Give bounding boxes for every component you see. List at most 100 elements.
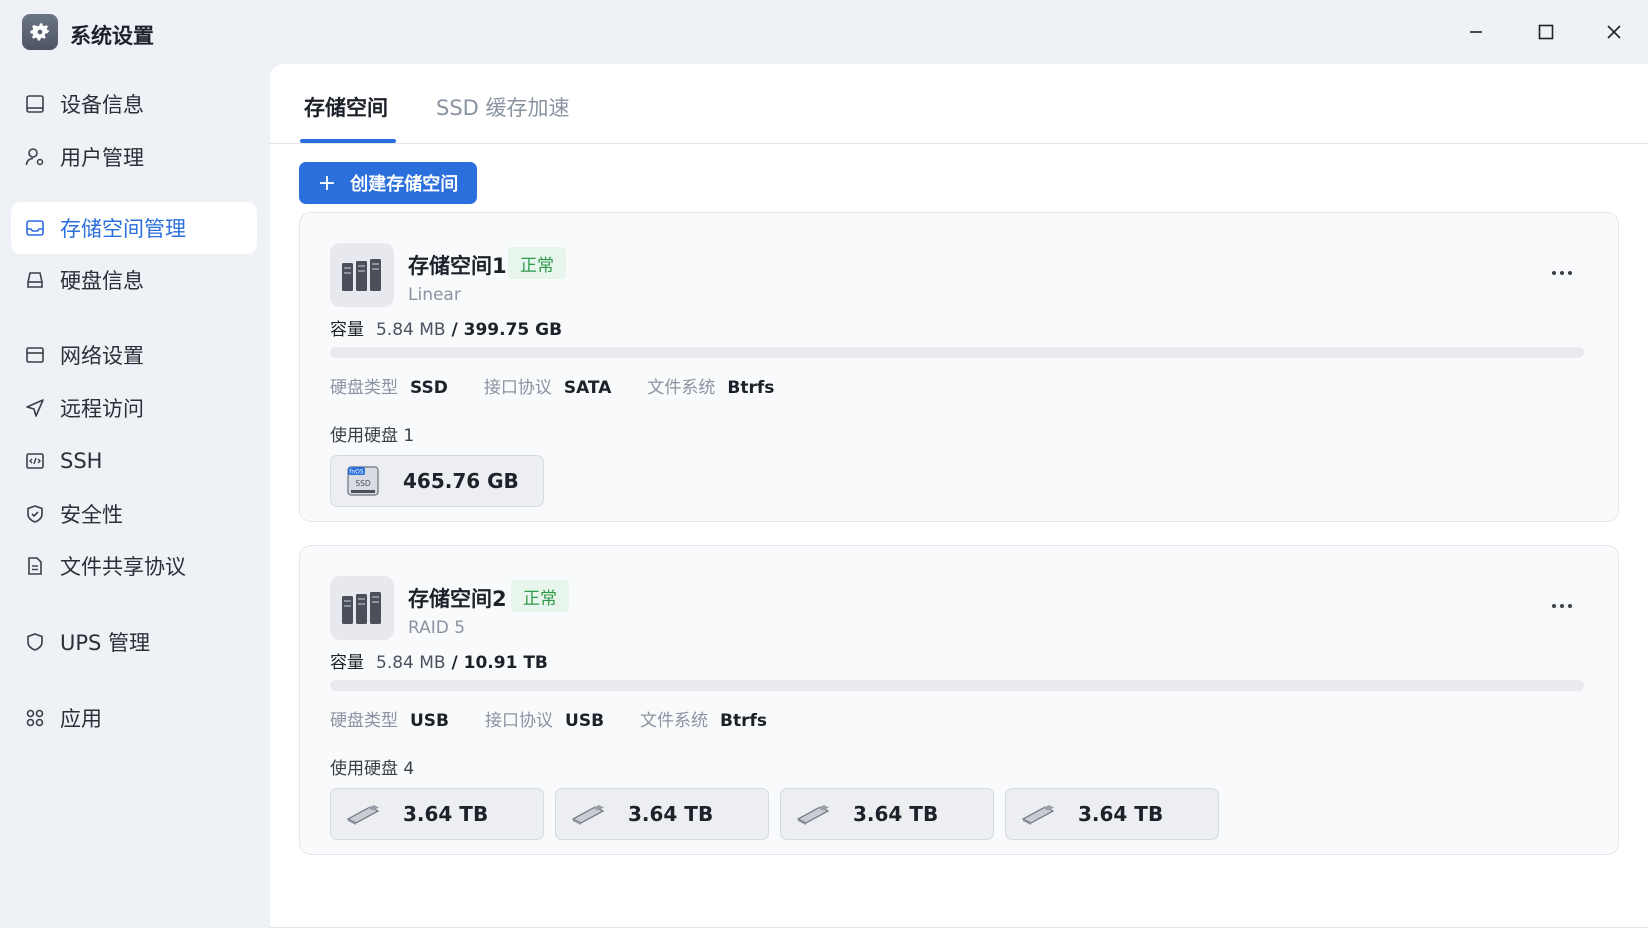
main-panel: 存储空间 SSD 缓存加速 + 创建存储空间 存储空间1 正常 Linear 容… xyxy=(270,64,1648,928)
sidebar-item-file-sharing[interactable]: 文件共享协议 xyxy=(11,540,257,592)
dot-icon xyxy=(1552,271,1556,275)
shield-check-icon xyxy=(24,503,46,525)
disk-type-label: 硬盘类型 xyxy=(330,378,398,398)
tab-bar: 存储空间 SSD 缓存加速 xyxy=(270,64,1648,144)
sidebar-item-apps[interactable]: 应用 xyxy=(11,692,257,744)
usb-drive-icon xyxy=(1020,796,1056,832)
sidebar: 设备信息 用户管理 存储空间管理 硬盘信息 网络设置 远程访问 SSH 安全性 … xyxy=(0,64,270,928)
sidebar-item-disks[interactable]: 硬盘信息 xyxy=(11,254,257,306)
sidebar-item-label: UPS 管理 xyxy=(60,631,151,655)
sidebar-item-label: 用户管理 xyxy=(60,146,144,170)
monitor-icon xyxy=(24,93,46,115)
minimize-button[interactable] xyxy=(1454,12,1498,52)
sidebar-item-ups[interactable]: UPS 管理 xyxy=(11,616,257,668)
active-tab-indicator xyxy=(300,139,396,143)
disks-used-label: 使用硬盘 1 xyxy=(330,426,415,446)
capacity-label: 容量 xyxy=(330,653,364,673)
protocol-label: 接口协议 xyxy=(485,711,554,731)
sidebar-item-device-info[interactable]: 设备信息 xyxy=(11,78,257,130)
sidebar-item-ssh[interactable]: SSH xyxy=(11,435,257,487)
pool-name: 存储空间1 xyxy=(408,254,507,278)
sidebar-item-label: 网络设置 xyxy=(60,344,144,368)
disk-item[interactable]: 3.64 TB xyxy=(330,788,544,840)
sidebar-item-security[interactable]: 安全性 xyxy=(11,488,257,540)
tab-storage[interactable]: 存储空间 xyxy=(304,92,388,122)
close-icon xyxy=(1607,25,1621,39)
protocol-value: USB xyxy=(565,711,605,731)
dot-icon xyxy=(1552,604,1556,608)
network-icon xyxy=(24,344,46,366)
sidebar-item-label: 安全性 xyxy=(60,503,123,527)
capacity-info: 容量 5.84 MB / 399.75 GB xyxy=(330,315,562,340)
dot-icon xyxy=(1568,271,1572,275)
capacity-separator: / xyxy=(445,653,464,673)
app-title: 系统设置 xyxy=(70,24,154,48)
disk-capacity: 3.64 TB xyxy=(853,802,939,826)
maximize-button[interactable] xyxy=(1524,12,1568,52)
sidebar-item-label: 应用 xyxy=(60,707,102,731)
server-rack-icon xyxy=(330,576,394,640)
disk-item[interactable]: fnOS SSD 465.76 GB xyxy=(330,455,544,507)
plus-icon: + xyxy=(317,170,337,196)
capacity-used: 5.84 MB xyxy=(376,320,446,340)
sidebar-item-network[interactable]: 网络设置 xyxy=(11,329,257,381)
usb-drive-icon xyxy=(795,796,831,832)
pool-properties: 硬盘类型 USB 接口协议 USB 文件系统 Btrfs xyxy=(330,706,803,731)
code-icon xyxy=(24,450,46,472)
disk-type-value: USB xyxy=(410,711,450,731)
sidebar-item-label: SSH xyxy=(60,449,103,473)
capacity-info: 容量 5.84 MB / 10.91 TB xyxy=(330,648,548,673)
tab-ssd-cache[interactable]: SSD 缓存加速 xyxy=(436,92,570,122)
usb-drive-icon xyxy=(570,796,606,832)
sidebar-item-label: 文件共享协议 xyxy=(60,555,186,579)
capacity-separator: / xyxy=(445,320,464,340)
disk-capacity: 465.76 GB xyxy=(403,469,519,493)
disk-type-label: 硬盘类型 xyxy=(330,711,398,731)
capacity-progress-bar xyxy=(330,680,1584,691)
status-badge: 正常 xyxy=(508,247,566,279)
usb-drive-icon xyxy=(345,796,381,832)
create-storage-button[interactable]: + 创建存储空间 xyxy=(299,162,477,204)
filesystem-label: 文件系统 xyxy=(640,711,709,731)
dot-icon xyxy=(1568,604,1572,608)
pool-name: 存储空间2 xyxy=(408,587,507,611)
disks-used-label: 使用硬盘 4 xyxy=(330,759,415,779)
close-button[interactable] xyxy=(1592,12,1636,52)
storage-pool-card: 存储空间1 正常 Linear 容量 5.84 MB / 399.75 GB 硬盘… xyxy=(299,212,1619,522)
title-bar: 系统设置 xyxy=(0,0,1648,64)
storage-pool-card: 存储空间2 正常 RAID 5 容量 5.84 MB / 10.91 TB 硬盘类… xyxy=(299,545,1619,855)
sidebar-item-label: 硬盘信息 xyxy=(60,269,144,293)
storage-icon xyxy=(24,217,46,239)
maximize-icon xyxy=(1538,24,1554,40)
shield-icon xyxy=(24,631,46,653)
disk-item[interactable]: 3.64 TB xyxy=(1005,788,1219,840)
sidebar-item-label: 设备信息 xyxy=(60,93,144,117)
more-options-button[interactable] xyxy=(1542,596,1582,616)
sidebar-item-label: 存储空间管理 xyxy=(60,217,186,241)
disk-type-value: SSD xyxy=(410,378,448,398)
disk-item[interactable]: 3.64 TB xyxy=(780,788,994,840)
dot-icon xyxy=(1560,271,1564,275)
create-storage-label: 创建存储空间 xyxy=(350,174,459,195)
pool-raid-type: Linear xyxy=(408,285,461,305)
protocol-value: SATA xyxy=(563,378,612,398)
sidebar-item-users[interactable]: 用户管理 xyxy=(11,131,257,183)
filesystem-label: 文件系统 xyxy=(647,378,716,398)
capacity-total: 399.75 GB xyxy=(463,320,563,340)
more-options-button[interactable] xyxy=(1542,263,1582,283)
disk-capacity: 3.64 TB xyxy=(1078,802,1164,826)
pool-raid-type: RAID 5 xyxy=(408,618,466,638)
gear-icon xyxy=(22,14,58,50)
user-gear-icon xyxy=(24,146,46,168)
sidebar-item-storage[interactable]: 存储空间管理 xyxy=(11,202,257,254)
minimize-icon xyxy=(1470,31,1482,33)
sidebar-item-label: 远程访问 xyxy=(60,397,144,421)
sidebar-item-remote-access[interactable]: 远程访问 xyxy=(11,382,257,434)
disk-item[interactable]: 3.64 TB xyxy=(555,788,769,840)
dot-icon xyxy=(1560,604,1564,608)
capacity-used: 5.84 MB xyxy=(376,653,446,673)
send-icon xyxy=(24,397,46,419)
capacity-total: 10.91 TB xyxy=(463,653,548,673)
status-badge: 正常 xyxy=(511,580,569,612)
file-icon xyxy=(24,555,46,577)
